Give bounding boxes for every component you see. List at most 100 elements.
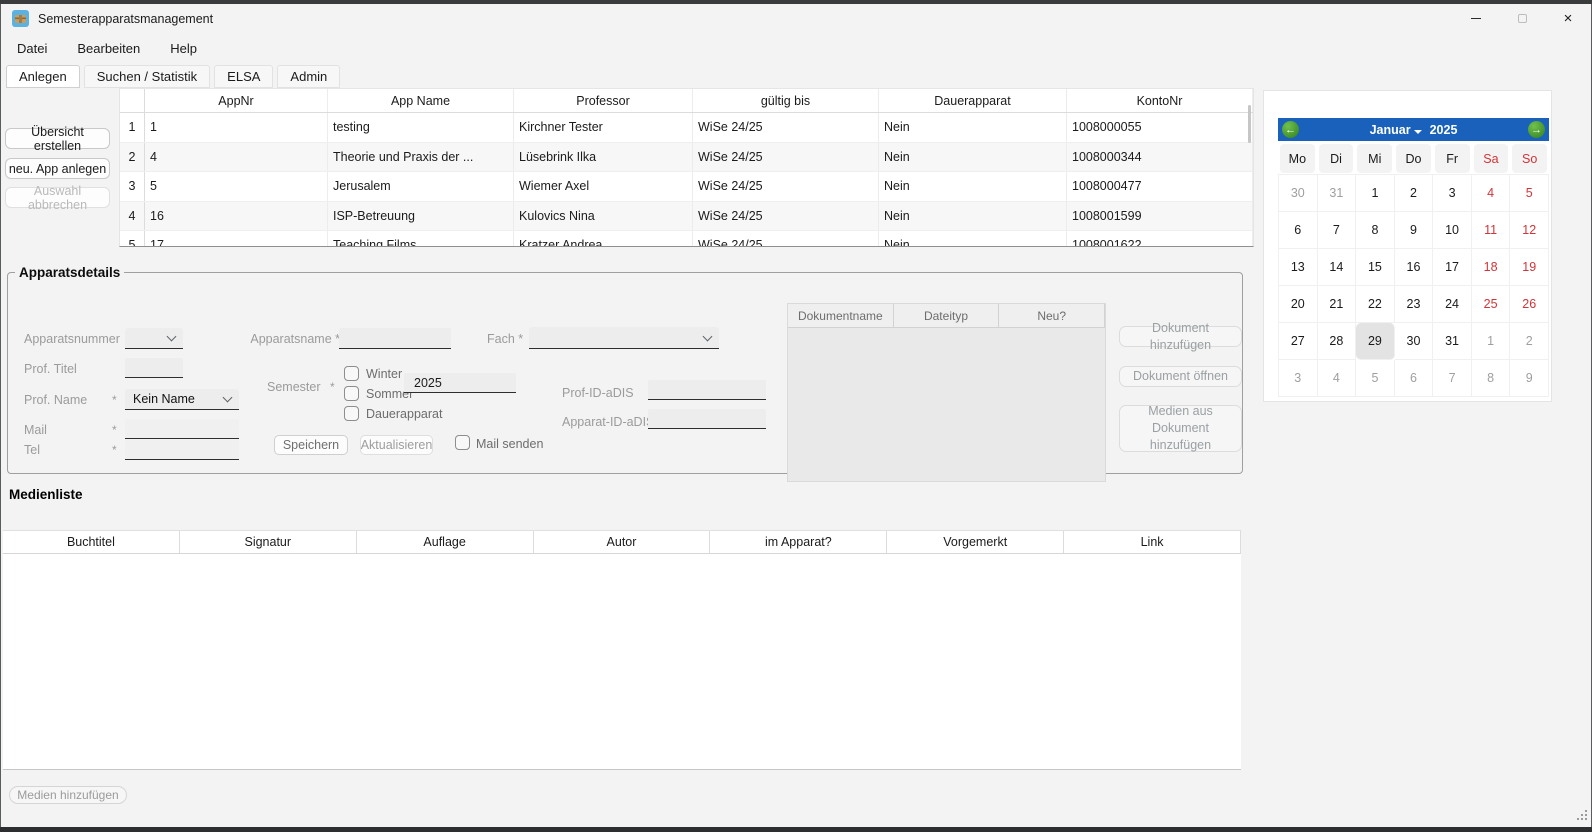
prof-titel-field[interactable] <box>125 358 183 378</box>
calendar-day-24[interactable]: 24 <box>1433 286 1472 323</box>
calendar-prev-button[interactable]: ← <box>1282 121 1299 138</box>
table-cell[interactable]: Lüsebrink Ilka <box>514 143 693 172</box>
menu-bearbeiten[interactable]: Bearbeiten <box>77 41 140 56</box>
calendar-day-29-today[interactable]: 29 <box>1356 323 1395 360</box>
dauerapparat-checkbox[interactable] <box>344 406 359 421</box>
winter-checkbox[interactable] <box>344 366 359 381</box>
column-header-kontonr[interactable]: KontoNr <box>1067 89 1253 112</box>
neu-app-anlegen-button[interactable]: neu. App anlegen <box>5 158 110 179</box>
dokument-hinzufuegen-button[interactable]: Dokument hinzufügen <box>1119 326 1242 347</box>
calendar-day-22[interactable]: 22 <box>1356 286 1395 323</box>
tab-suchen-statistik[interactable]: Suchen / Statistik <box>84 65 210 88</box>
calendar-month[interactable]: Januar <box>1370 123 1411 137</box>
table-cell[interactable]: 1008000344 <box>1067 143 1253 172</box>
auswahl-abbrechen-button[interactable]: Auswahl abbrechen <box>5 187 110 208</box>
table-cell[interactable]: Kirchner Tester <box>514 113 693 142</box>
table-cell[interactable]: ISP-Betreuung <box>328 202 514 231</box>
table-cell[interactable]: 16 <box>145 202 328 231</box>
calendar-day-5[interactable]: 5 <box>1356 360 1395 397</box>
resize-grip[interactable] <box>1575 808 1587 820</box>
app-row-1[interactable]: 11testingKirchner TesterWiSe 24/25Nein10… <box>120 113 1253 143</box>
close-button[interactable]: × <box>1545 4 1591 33</box>
calendar-day-3[interactable]: 3 <box>1433 175 1472 212</box>
table-cell[interactable]: Nein <box>879 143 1067 172</box>
calendar-day-16[interactable]: 16 <box>1395 249 1434 286</box>
semester-year-field[interactable] <box>404 373 516 393</box>
calendar-day-31[interactable]: 31 <box>1318 175 1357 212</box>
minimize-button[interactable] <box>1453 4 1499 33</box>
calendar-day-1[interactable]: 1 <box>1356 175 1395 212</box>
calendar-day-1[interactable]: 1 <box>1472 323 1511 360</box>
table-cell[interactable]: Nein <box>879 113 1067 142</box>
calendar-day-28[interactable]: 28 <box>1318 323 1357 360</box>
table-cell[interactable]: WiSe 24/25 <box>693 143 879 172</box>
row-header[interactable]: 4 <box>120 202 145 231</box>
calendar-day-10[interactable]: 10 <box>1433 212 1472 249</box>
table-cell[interactable]: Kratzer Andrea <box>514 231 693 247</box>
row-header[interactable]: 2 <box>120 143 145 172</box>
tab-anlegen[interactable]: Anlegen <box>6 65 80 88</box>
calendar-day-27[interactable]: 27 <box>1279 323 1318 360</box>
calendar-day-30[interactable]: 30 <box>1279 175 1318 212</box>
medien-hinzufuegen-button[interactable]: Medien hinzufügen <box>9 786 127 804</box>
app-row-5[interactable]: 517Teaching FilmsKratzer AndreaWiSe 24/2… <box>120 231 1253 247</box>
calendar-day-17[interactable]: 17 <box>1433 249 1472 286</box>
calendar-day-25[interactable]: 25 <box>1472 286 1511 323</box>
sommer-checkbox[interactable] <box>344 386 359 401</box>
table-cell[interactable]: Nein <box>879 202 1067 231</box>
calendar-day-9[interactable]: 9 <box>1510 360 1549 397</box>
table-cell[interactable]: 1008001622 <box>1067 231 1253 247</box>
calendar-day-21[interactable]: 21 <box>1318 286 1357 323</box>
column-header-professor[interactable]: Professor <box>514 89 693 112</box>
apparat-id-adis-field[interactable] <box>648 409 766 429</box>
mail-senden-checkbox[interactable] <box>455 435 470 450</box>
calendar-day-13[interactable]: 13 <box>1279 249 1318 286</box>
calendar-day-4[interactable]: 4 <box>1318 360 1357 397</box>
calendar-title[interactable]: Januar 2025 <box>1370 123 1458 137</box>
calendar-day-6[interactable]: 6 <box>1395 360 1434 397</box>
prof-name-combobox[interactable]: Kein Name <box>125 389 239 410</box>
calendar-day-8[interactable]: 8 <box>1472 360 1511 397</box>
calendar-day-20[interactable]: 20 <box>1279 286 1318 323</box>
row-header[interactable]: 1 <box>120 113 145 142</box>
speichern-button[interactable]: Speichern <box>274 435 348 455</box>
calendar-day-30[interactable]: 30 <box>1395 323 1434 360</box>
menu-help[interactable]: Help <box>170 41 197 56</box>
table-cell[interactable]: Teaching Films <box>328 231 514 247</box>
calendar-day-23[interactable]: 23 <box>1395 286 1434 323</box>
column-header-app-name[interactable]: App Name <box>328 89 514 112</box>
column-header-appnr[interactable]: AppNr <box>145 89 328 112</box>
table-cell[interactable]: testing <box>328 113 514 142</box>
mail-field[interactable] <box>125 419 239 439</box>
table-cell[interactable]: Nein <box>879 172 1067 201</box>
prof-id-adis-field[interactable] <box>648 380 766 400</box>
calendar-day-2[interactable]: 2 <box>1395 175 1434 212</box>
medien-aus-dokument-button[interactable]: Medien aus Dokument hinzufügen <box>1119 405 1242 452</box>
calendar-next-button[interactable]: → <box>1528 121 1545 138</box>
table-cell[interactable]: 1008000055 <box>1067 113 1253 142</box>
table-cell[interactable]: WiSe 24/25 <box>693 231 879 247</box>
app-row-4[interactable]: 416ISP-BetreuungKulovics NinaWiSe 24/25N… <box>120 202 1253 232</box>
tab-elsa[interactable]: ELSA <box>214 65 273 88</box>
column-header-dauerapparat[interactable]: Dauerapparat <box>879 89 1067 112</box>
dokument-oeffnen-button[interactable]: Dokument öffnen <box>1119 366 1242 387</box>
calendar-day-8[interactable]: 8 <box>1356 212 1395 249</box>
tab-admin[interactable]: Admin <box>277 65 340 88</box>
calendar-day-18[interactable]: 18 <box>1472 249 1511 286</box>
table-cell[interactable]: Nein <box>879 231 1067 247</box>
row-header[interactable]: 5 <box>120 231 145 247</box>
table-cell[interactable]: 5 <box>145 172 328 201</box>
table-cell[interactable]: Jerusalem <box>328 172 514 201</box>
menu-datei[interactable]: Datei <box>17 41 47 56</box>
calendar-day-15[interactable]: 15 <box>1356 249 1395 286</box>
table-cell[interactable]: Theorie und Praxis der ... <box>328 143 514 172</box>
table-cell[interactable]: 1008001599 <box>1067 202 1253 231</box>
calendar-day-5[interactable]: 5 <box>1510 175 1549 212</box>
apparatsname-field[interactable] <box>339 328 451 349</box>
calendar-day-2[interactable]: 2 <box>1510 323 1549 360</box>
table-cell[interactable]: WiSe 24/25 <box>693 202 879 231</box>
calendar-day-6[interactable]: 6 <box>1279 212 1318 249</box>
apps-table-scrollbar[interactable] <box>1248 105 1251 143</box>
app-row-2[interactable]: 24Theorie und Praxis der ...Lüsebrink Il… <box>120 143 1253 173</box>
calendar-day-7[interactable]: 7 <box>1318 212 1357 249</box>
